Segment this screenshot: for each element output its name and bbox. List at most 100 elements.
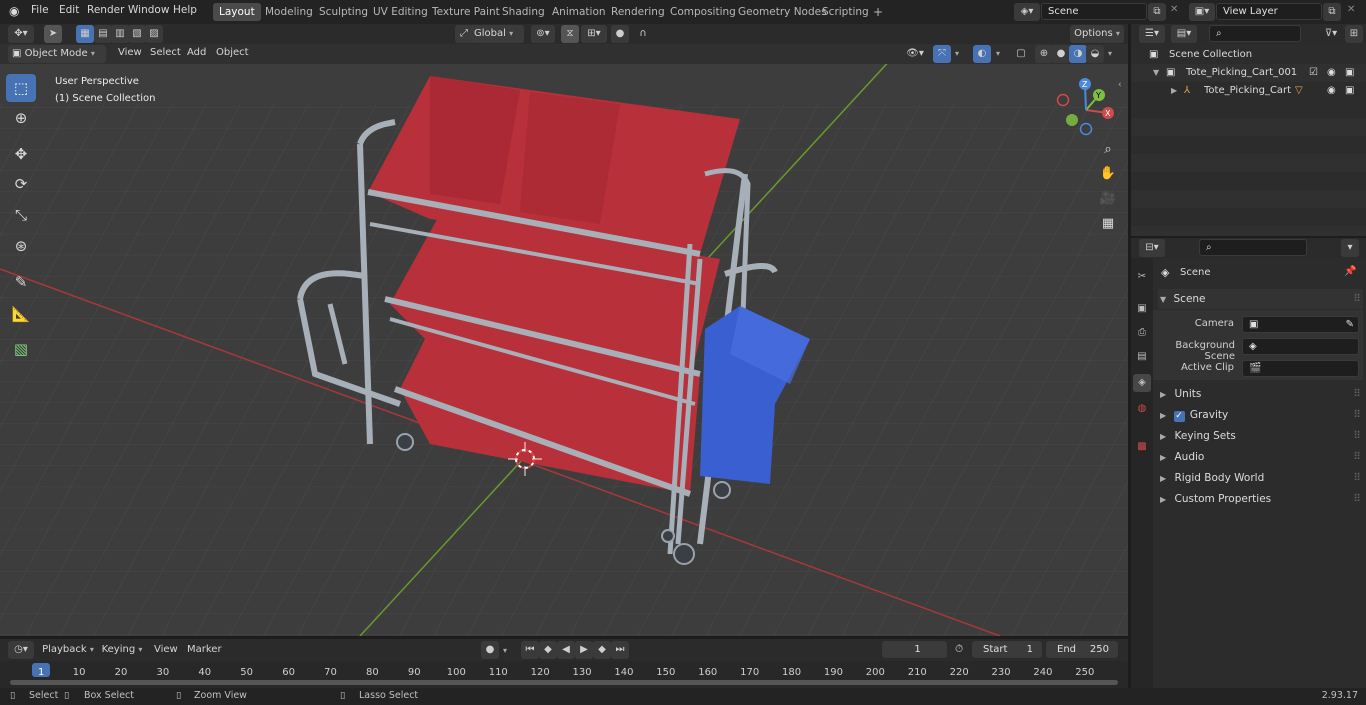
pin-icon[interactable]: 📌 (1344, 266, 1356, 277)
tab-rendering[interactable]: Rendering (605, 3, 671, 21)
timeline-editor-type-icon[interactable]: ◷▾ (8, 641, 34, 659)
editor-type-icon[interactable]: ✥▾ (8, 25, 34, 43)
new-view-layer-icon[interactable]: ⧉ (1323, 3, 1341, 21)
rigid-body-world-panel-header[interactable]: ▶ Rigid Body World ⠿ (1158, 468, 1363, 488)
tab-texture-paint[interactable]: Texture Paint (426, 3, 506, 21)
play-reverse-icon[interactable]: ◀ (557, 641, 575, 659)
snap-target-icon[interactable]: ⊞▾ (581, 25, 607, 43)
scene-name-field[interactable]: Scene (1041, 3, 1147, 20)
gravity-panel-header[interactable]: ▶ ✓ Gravity ⠿ (1158, 405, 1363, 425)
scene-panel-header[interactable]: ▼ Scene ⠿ (1158, 289, 1363, 309)
expand-icon[interactable]: ▼ (1153, 64, 1159, 82)
background-scene-field[interactable]: ◈ (1242, 338, 1359, 355)
drag-handle-icon[interactable]: ⠿ (1353, 289, 1361, 309)
menu-edit[interactable]: Edit (59, 4, 79, 16)
delete-scene-icon[interactable]: ✕ (1170, 4, 1178, 15)
select-tool-icon[interactable]: ➤ (44, 25, 62, 43)
camera-view-icon[interactable]: 🎥 (1098, 191, 1118, 211)
tab-scripting[interactable]: Scripting (816, 3, 875, 21)
render-tab-icon[interactable]: ▣ (1133, 300, 1151, 318)
visibility-icon[interactable]: 👁▾ (902, 45, 928, 63)
drag-handle-icon[interactable]: ⠿ (1353, 426, 1361, 446)
blender-logo-icon[interactable]: ◉ (9, 4, 19, 18)
ortho-toggle-icon[interactable]: ▦ (1098, 216, 1118, 236)
eye-icon[interactable]: ◉ (1327, 82, 1336, 100)
timeline-menu-marker[interactable]: Marker (187, 644, 222, 655)
timeline-scrollbar[interactable] (10, 680, 1118, 685)
tab-animation[interactable]: Animation (546, 3, 612, 21)
next-keyframe-icon[interactable]: ◆ (593, 641, 611, 659)
pivot-point-icon[interactable]: ⊚▾ (531, 25, 555, 43)
sidebar-toggle-icon[interactable]: ‹ (1118, 80, 1122, 90)
transform-orientation-dropdown[interactable]: Global ▾ (470, 25, 524, 43)
options-dropdown[interactable]: Options ▾ (1070, 25, 1124, 43)
gizmo-toggle-icon[interactable]: ⤧ (933, 45, 951, 63)
render-camera-icon[interactable]: ▣ (1345, 82, 1354, 100)
output-tab-icon[interactable]: ⎙ (1133, 324, 1151, 342)
play-icon[interactable]: ▶ (575, 641, 593, 659)
properties-editor-type-icon[interactable]: ⊟▾ (1139, 239, 1165, 257)
scale-tool-icon[interactable]: ⤡ (6, 201, 36, 229)
scene-selector-icon[interactable]: ◈▾ (1014, 3, 1040, 21)
tab-uv-editing[interactable]: UV Editing (367, 3, 434, 21)
add-workspace-button[interactable]: + (867, 3, 889, 21)
select-new-icon[interactable]: ▦ (76, 25, 94, 43)
expand-icon[interactable]: ▶ (1171, 82, 1177, 100)
gizmo-dropdown-icon[interactable]: ▾ (955, 49, 959, 58)
rendered-shading-icon[interactable]: ◒ (1086, 45, 1104, 63)
wireframe-shading-icon[interactable]: ⊕ (1035, 45, 1053, 63)
playback-menu[interactable]: Playback ▾ (40, 641, 96, 659)
add-cube-tool-icon[interactable]: ▧ (6, 335, 36, 363)
overlay-dropdown-icon[interactable]: ▾ (996, 49, 1000, 58)
active-clip-field[interactable]: 🎬 (1242, 360, 1359, 377)
menu-render[interactable]: Render (87, 4, 124, 16)
start-frame-field[interactable]: Start 1 (972, 641, 1042, 658)
pan-view-icon[interactable]: ✋ (1098, 166, 1118, 186)
menu-window[interactable]: Window (128, 4, 169, 16)
transform-tool-icon[interactable]: ⊛ (6, 232, 36, 260)
annotate-tool-icon[interactable]: ✎ (6, 268, 36, 296)
shading-dropdown-icon[interactable]: ▾ (1108, 49, 1112, 58)
outliner-row-scene-collection[interactable]: ▣ Scene Collection (1131, 46, 1366, 64)
viewport-menu-add[interactable]: Add (187, 47, 206, 58)
select-intersect-icon[interactable]: ▨ (145, 25, 163, 43)
audio-panel-header[interactable]: ▶ Audio ⠿ (1158, 447, 1363, 467)
menu-file[interactable]: File (31, 4, 49, 16)
eyedropper-icon[interactable]: ✎ (1346, 317, 1354, 332)
viewport-menu-object[interactable]: Object (216, 47, 249, 58)
proportional-edit-icon[interactable]: ● (611, 25, 629, 43)
keying-sets-panel-header[interactable]: ▶ Keying Sets ⠿ (1158, 426, 1363, 446)
properties-options-icon[interactable]: ▾ (1341, 239, 1359, 257)
preview-range-icon[interactable]: ⏱ (955, 643, 963, 656)
drag-handle-icon[interactable]: ⠿ (1353, 447, 1361, 467)
eye-icon[interactable]: ◉ (1327, 64, 1336, 82)
overlay-toggle-icon[interactable]: ◐ (973, 45, 991, 63)
keying-menu[interactable]: Keying ▾ (98, 641, 146, 659)
record-icon[interactable]: ● (481, 641, 499, 659)
outliner-row-object[interactable]: ▶ ⅄ Tote_Picking_Cart ▽ ◉ ▣ (1131, 82, 1366, 100)
select-extend-icon[interactable]: ▤ (94, 25, 112, 43)
camera-field[interactable]: ▣ ✎ (1242, 316, 1359, 333)
view-layer-selector-icon[interactable]: ▣▾ (1189, 3, 1215, 21)
texture-tab-icon[interactable]: ▩ (1133, 438, 1151, 456)
new-collection-icon[interactable]: ⊞ (1345, 25, 1363, 43)
timeline-menu-view[interactable]: View (154, 644, 178, 655)
tab-compositing[interactable]: Compositing (664, 3, 742, 21)
jump-end-icon[interactable]: ⏭ (611, 641, 629, 659)
outliner-editor-type-icon[interactable]: ☰▾ (1139, 25, 1165, 43)
drag-handle-icon[interactable]: ⠿ (1353, 405, 1361, 425)
select-subtract-icon[interactable]: ▥ (111, 25, 129, 43)
3d-viewport[interactable]: X Y Z User Perspective (1) Scene Collect… (0, 44, 1128, 636)
material-shading-icon[interactable]: ◑ (1069, 45, 1087, 63)
properties-search-input[interactable]: ⌕ (1199, 239, 1307, 256)
constraint-icon[interactable]: ▽ (1295, 82, 1303, 100)
tab-sculpting[interactable]: Sculpting (313, 3, 374, 21)
zoom-view-icon[interactable]: ⌕ (1098, 142, 1118, 162)
drag-handle-icon[interactable]: ⠿ (1353, 489, 1361, 509)
mode-dropdown[interactable]: ▣ Object Mode ▾ (8, 45, 106, 63)
tab-layout[interactable]: Layout (213, 3, 261, 21)
new-scene-icon[interactable]: ⧉ (1148, 3, 1166, 21)
custom-properties-panel-header[interactable]: ▶ Custom Properties ⠿ (1158, 489, 1363, 509)
xray-toggle-icon[interactable]: ▢ (1012, 45, 1030, 63)
scene-tab-icon[interactable]: ◈ (1133, 374, 1151, 392)
